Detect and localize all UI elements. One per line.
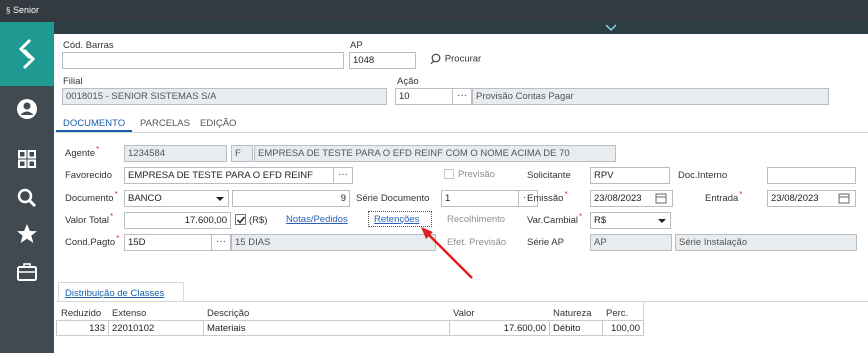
ap-input[interactable]: 1048 bbox=[349, 52, 416, 69]
doc-interno-input[interactable] bbox=[767, 167, 856, 184]
documento-type-select[interactable]: BANCO bbox=[124, 190, 214, 207]
app-brand-label: Senior bbox=[12, 5, 39, 15]
tab-distribuicao-label: Distribuição de Classes bbox=[65, 288, 165, 299]
col-perc: Perc. bbox=[606, 308, 629, 319]
filial-field: 0018015 - SENIOR SISTEMAS S/A bbox=[62, 88, 387, 105]
caret-down-icon bbox=[216, 197, 224, 201]
calendar-icon bbox=[655, 193, 667, 204]
cell-perc[interactable]: 100,00 bbox=[603, 320, 644, 336]
chevron-down-icon[interactable] bbox=[605, 24, 617, 32]
currency-label: (R$) bbox=[249, 215, 268, 226]
documento-number-input[interactable]: 9 bbox=[232, 190, 350, 207]
valor-total-input[interactable]: 17.600,00 bbox=[124, 212, 231, 229]
agente-name: EMPRESA DE TESTE PARA O EFD REINF COM O … bbox=[254, 145, 616, 162]
check-icon bbox=[236, 216, 246, 224]
documento-label: Documento bbox=[65, 193, 117, 204]
acao-input[interactable]: 10 bbox=[395, 88, 453, 105]
tab-parcelas[interactable]: PARCELAS bbox=[140, 118, 190, 129]
documento-type-dropdown[interactable] bbox=[213, 190, 229, 207]
entrada-label: Entrada bbox=[705, 193, 741, 204]
entrada-calendar-button[interactable] bbox=[834, 190, 856, 207]
procurar-button[interactable]: Procurar bbox=[430, 53, 481, 65]
serie-ap-label: Série AP bbox=[527, 237, 564, 248]
filial-label: Filial bbox=[63, 76, 83, 87]
col-natureza: Natureza bbox=[553, 308, 592, 319]
senior-logo-icon bbox=[18, 38, 36, 70]
emissao-input[interactable]: 23/08/2023 bbox=[590, 190, 652, 207]
acao-lookup-button[interactable]: ··· bbox=[452, 88, 472, 105]
cod-barras-input[interactable] bbox=[62, 52, 344, 69]
tab-distribuicao-classes[interactable]: Distribuição de Classes bbox=[58, 282, 184, 302]
solicitante-input[interactable]: RPV bbox=[590, 167, 670, 184]
top-bar: § Senior bbox=[0, 0, 868, 22]
cond-pagto-label: Cond.Pagto bbox=[65, 237, 118, 248]
valor-total-label: Valor Total bbox=[65, 215, 112, 226]
var-cambial-select[interactable]: R$ bbox=[590, 212, 656, 229]
tab-active-indicator bbox=[56, 130, 132, 132]
user-icon[interactable] bbox=[14, 96, 40, 122]
solicitante-label: Solicitante bbox=[527, 170, 571, 181]
caret-down-icon bbox=[658, 219, 666, 223]
star-icon[interactable] bbox=[14, 221, 40, 247]
cell-reduzido[interactable]: 133 bbox=[56, 320, 109, 336]
cell-natureza[interactable]: Débito bbox=[550, 320, 603, 336]
ap-label: AP bbox=[350, 40, 363, 51]
sub-bar bbox=[54, 22, 868, 34]
agente-type: F bbox=[231, 145, 253, 162]
agente-code: 1234584 bbox=[124, 145, 227, 162]
serie-documento-input[interactable]: 1 bbox=[441, 190, 519, 207]
grid-icon[interactable] bbox=[14, 146, 40, 172]
search-icon bbox=[430, 53, 441, 65]
cond-pagto-description: 15 DIAS bbox=[231, 234, 436, 251]
tab-edicao[interactable]: EDIÇÃO bbox=[200, 118, 236, 129]
calendar-icon bbox=[838, 193, 850, 204]
previsao-checkbox[interactable] bbox=[444, 169, 454, 179]
previsao-label: Previsão bbox=[458, 169, 495, 180]
app-brand: § Senior bbox=[6, 5, 39, 15]
emissao-label: Emissão bbox=[527, 193, 567, 204]
emissao-calendar-button[interactable] bbox=[651, 190, 673, 207]
cell-valor[interactable]: 17.600,00 bbox=[450, 320, 550, 336]
annotation-arrow bbox=[421, 227, 473, 279]
favorecido-lookup-button[interactable]: ··· bbox=[333, 167, 353, 184]
serie-documento-label: Série Documento bbox=[356, 193, 430, 204]
col-reduzido: Reduzido bbox=[61, 308, 102, 319]
tab-documento[interactable]: DOCUMENTO bbox=[63, 118, 125, 129]
currency-checkbox[interactable] bbox=[235, 214, 246, 225]
favorecido-input[interactable]: EMPRESA DE TESTE PARA O EFD REINF bbox=[124, 167, 334, 184]
col-valor: Valor bbox=[453, 308, 475, 319]
search-icon[interactable] bbox=[14, 185, 40, 211]
favorecido-label: Favorecido bbox=[65, 170, 112, 181]
tabs-divider bbox=[54, 132, 868, 133]
serie-ap-code: AP bbox=[590, 234, 672, 251]
var-cambial-label: Var.Cambial bbox=[527, 215, 581, 226]
var-cambial-dropdown[interactable] bbox=[655, 212, 671, 229]
cod-barras-label: Cód. Barras bbox=[63, 40, 114, 51]
cond-pagto-lookup-button[interactable]: ··· bbox=[211, 234, 231, 251]
serie-ap-description: Série Instalação bbox=[675, 234, 857, 251]
acao-description: Provisão Contas Pagar bbox=[472, 88, 829, 105]
table-row[interactable]: 133 22010102 Materiais 17.600,00 Débito … bbox=[56, 320, 644, 336]
procurar-label: Procurar bbox=[444, 53, 482, 65]
retencoes-link[interactable]: Retenções bbox=[374, 214, 419, 225]
cond-pagto-input[interactable]: 15D bbox=[124, 234, 212, 251]
briefcase-icon[interactable] bbox=[14, 259, 40, 285]
cell-extenso[interactable]: 22010102 bbox=[109, 320, 204, 336]
cell-descricao[interactable]: Materiais bbox=[204, 320, 450, 336]
acao-label: Ação bbox=[397, 76, 419, 87]
entrada-input[interactable]: 23/08/2023 bbox=[767, 190, 835, 207]
col-descricao: Descrição bbox=[207, 308, 250, 319]
col-extenso: Extenso bbox=[112, 308, 147, 319]
doc-interno-label: Doc.Interno bbox=[678, 170, 728, 181]
senior-logo[interactable] bbox=[0, 22, 54, 86]
senior-logo-icon: § bbox=[6, 6, 11, 15]
agente-label: Agente bbox=[65, 148, 98, 159]
left-rail bbox=[0, 22, 54, 353]
notas-pedidos-link[interactable]: Notas/Pedidos bbox=[286, 214, 348, 225]
